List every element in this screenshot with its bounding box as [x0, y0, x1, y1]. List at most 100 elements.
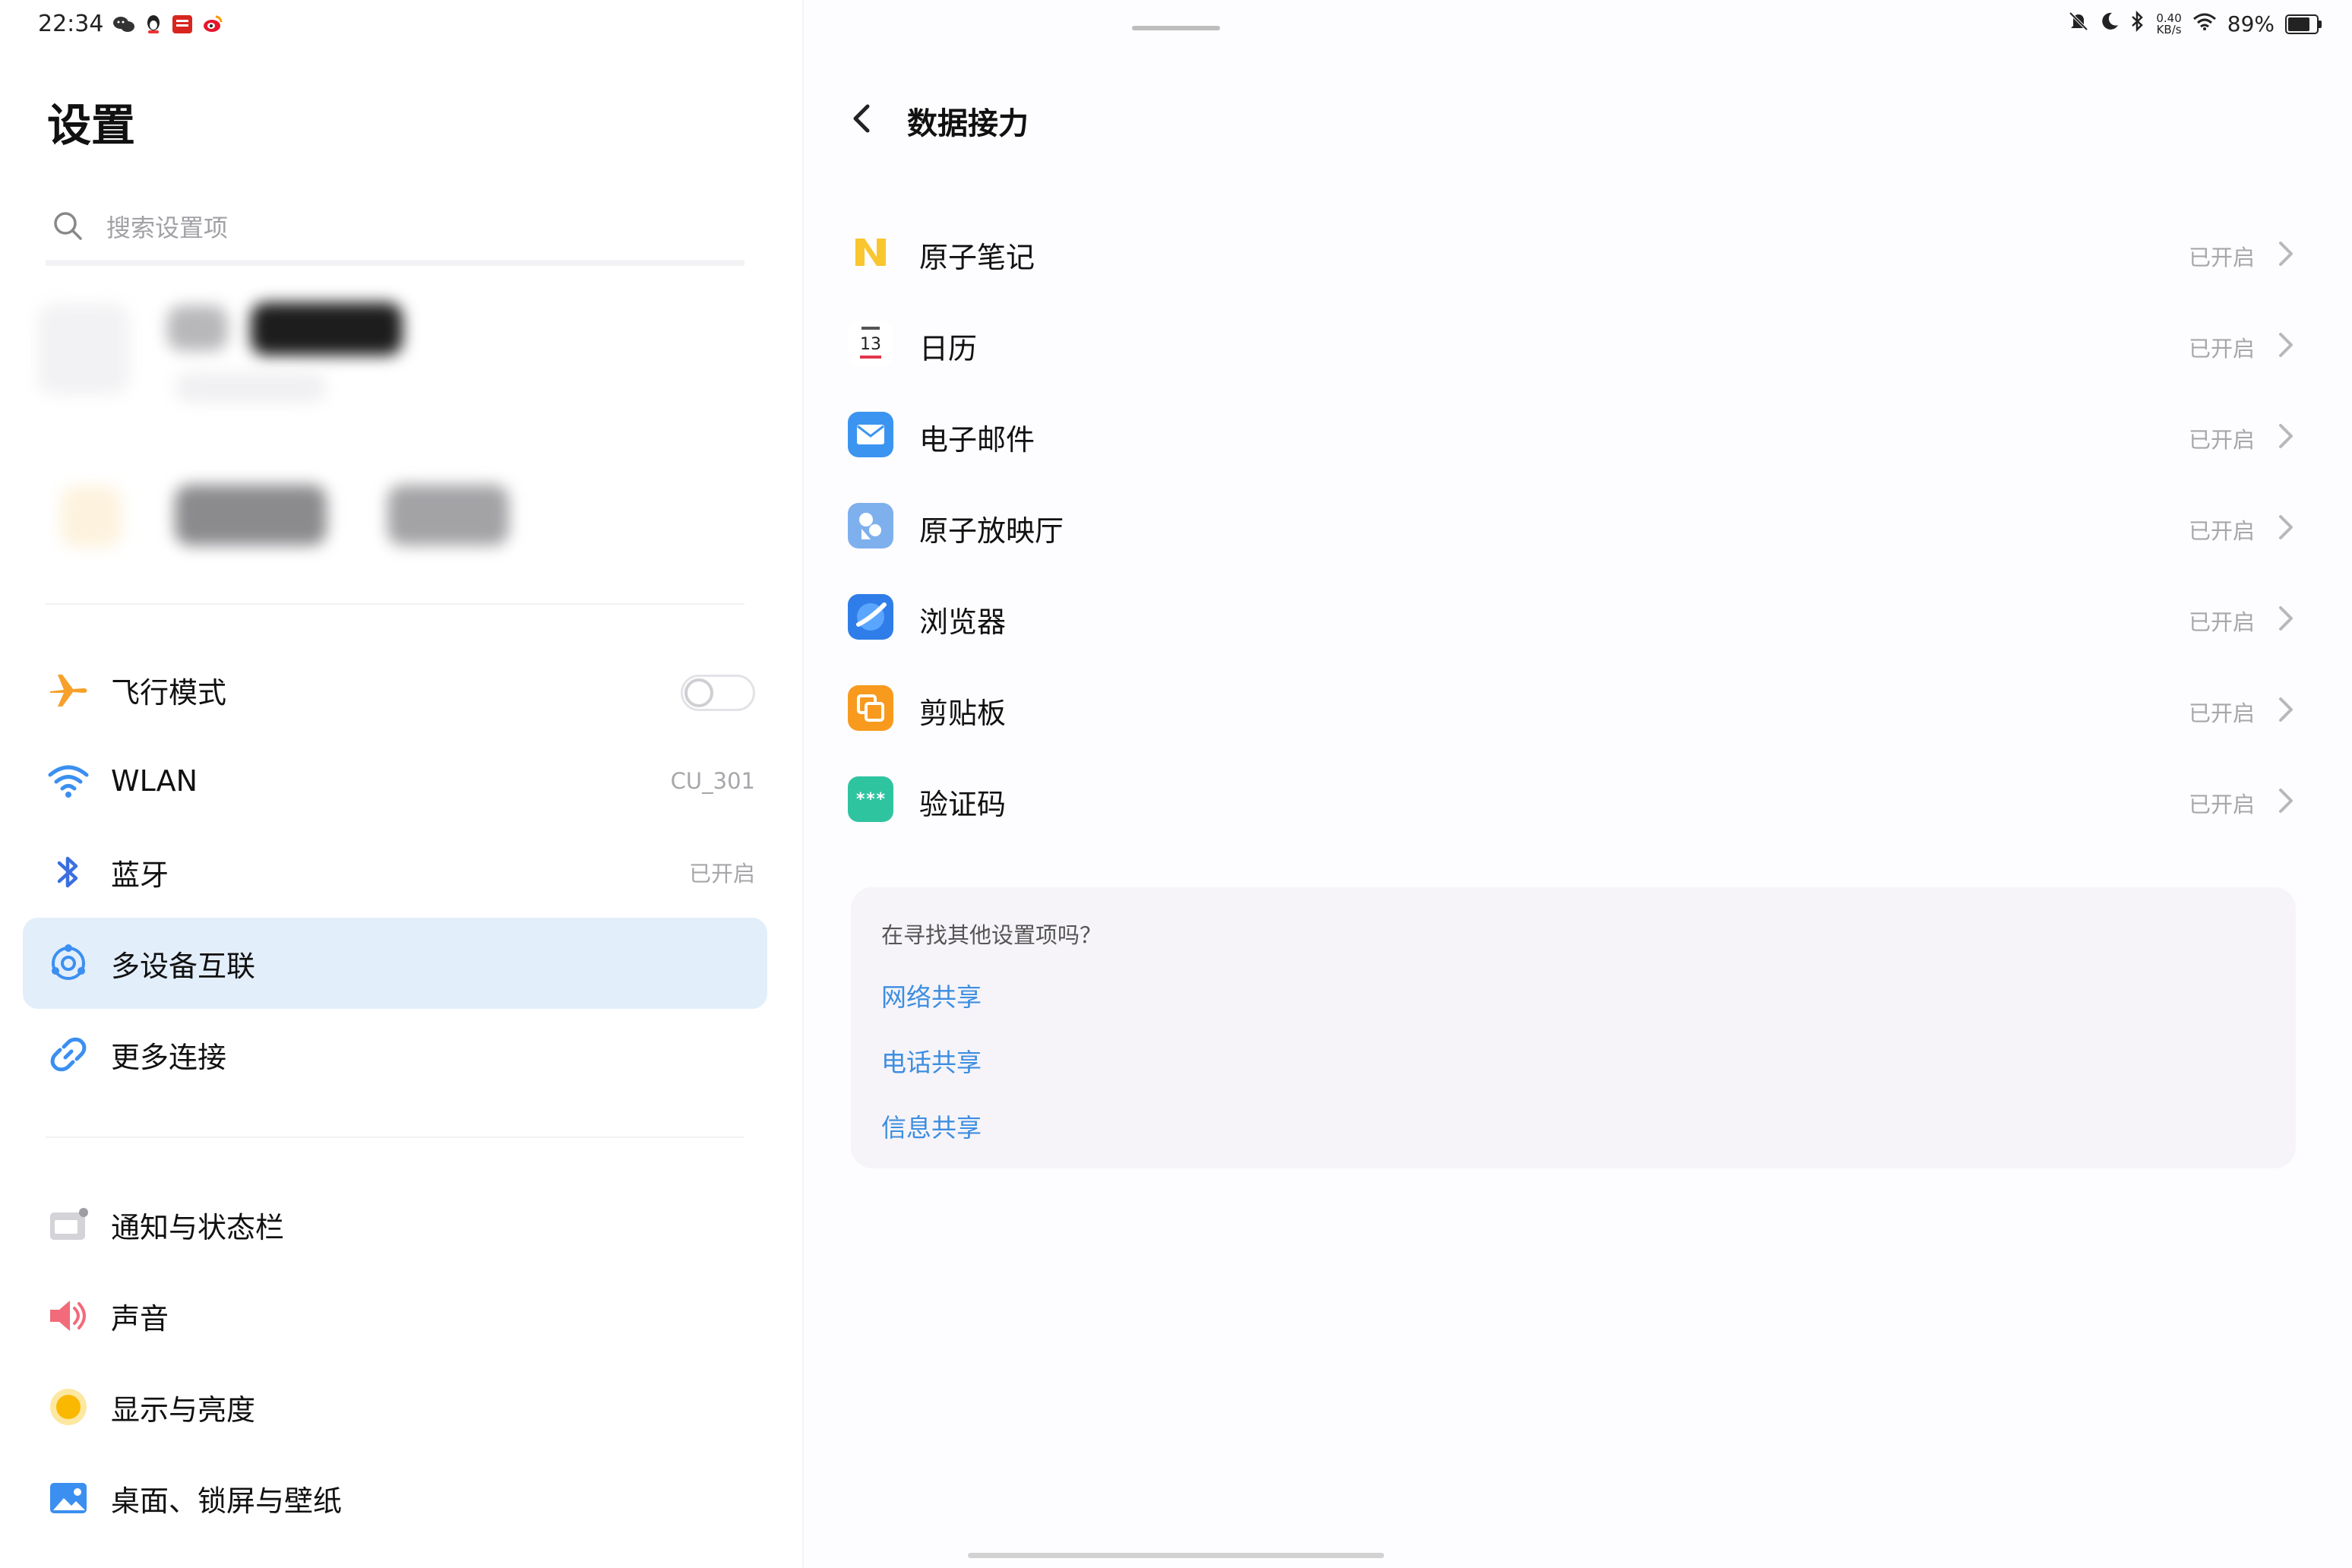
atom-cinema-icon: [848, 503, 893, 548]
sidebar-item-label: 显示与亮度: [111, 1393, 256, 1427]
bluetooth-status: 已开启: [688, 861, 755, 887]
sidebar-item-more-connections[interactable]: 更多连接: [23, 1009, 767, 1100]
multi-device-icon: [47, 942, 90, 985]
search-input[interactable]: [105, 208, 716, 248]
app-status: 已开启: [2188, 336, 2255, 362]
airplane-mode-toggle[interactable]: [681, 675, 755, 711]
mute-icon: [2068, 11, 2089, 37]
news-app-icon: [172, 14, 193, 34]
home-indicator[interactable]: [968, 1553, 1384, 1558]
sidebar-item-label: 蓝牙: [111, 858, 169, 892]
avatar: [38, 304, 129, 395]
qq-icon: [144, 14, 163, 35]
verification-code-glyph: ***: [855, 789, 886, 809]
wifi-icon: [47, 760, 90, 802]
chevron-right-icon: [2279, 697, 2293, 722]
sidebar-item-label: 更多连接: [111, 1040, 227, 1074]
status-bar-right: 0.40 KB/s 89%: [2068, 10, 2322, 37]
sidebar-item-sound[interactable]: 声音: [23, 1270, 767, 1361]
app-row-email[interactable]: 电子邮件 已开启: [843, 390, 2302, 482]
network-speed: 0.40 KB/s: [2156, 12, 2182, 36]
atom-notes-icon: [848, 229, 893, 275]
battery-percent: 89%: [2227, 11, 2275, 36]
window-handle[interactable]: [1132, 26, 1220, 30]
related-settings-card: 在寻找其他设置项吗？ 网络共享 电话共享 信息共享: [851, 887, 2296, 1168]
sidebar-item-label: 多设备互联: [111, 949, 256, 983]
weibo-icon: [202, 14, 223, 34]
chevron-right-icon: [2279, 515, 2293, 539]
chevron-right-icon: [2279, 242, 2293, 266]
app-row-browser[interactable]: 浏览器 已开启: [843, 573, 2302, 664]
chevron-right-icon: [2279, 606, 2293, 631]
link-icon: [47, 1033, 90, 1076]
search-bar[interactable]: [46, 199, 744, 266]
app-label: 验证码: [919, 788, 1007, 821]
app-label: 原子笔记: [919, 241, 1035, 274]
search-icon: [54, 212, 82, 240]
toggle-knob: [684, 678, 713, 707]
wlan-network-name: CU_301: [670, 768, 755, 794]
link-phone-sharing[interactable]: 电话共享: [881, 1042, 982, 1079]
app-row-atom-notes[interactable]: 原子笔记 已开启: [843, 208, 2302, 299]
link-message-sharing[interactable]: 信息共享: [881, 1108, 982, 1144]
sidebar-item-label: 声音: [111, 1301, 169, 1336]
wechat-icon: [112, 14, 135, 34]
app-label: 原子放映厅: [919, 514, 1064, 548]
verification-code-icon: ***: [848, 776, 893, 822]
app-label: 日历: [919, 332, 978, 365]
wifi-icon: [2192, 11, 2217, 36]
bluetooth-icon: [2130, 10, 2145, 37]
network-speed-unit: KB/s: [2156, 22, 2182, 36]
app-row-verification-code[interactable]: *** 验证码 已开启: [843, 755, 2302, 846]
back-button[interactable]: [843, 96, 881, 141]
airplane-icon: [47, 669, 90, 711]
app-status: 已开启: [2188, 518, 2255, 544]
sidebar-item-label: 通知与状态栏: [111, 1210, 285, 1244]
battery-icon: [2285, 14, 2322, 34]
sidebar-item-wlan[interactable]: WLAN CU_301: [23, 735, 767, 827]
email-icon: [848, 412, 893, 457]
bluetooth-icon: [47, 851, 90, 893]
notification-icons: [112, 14, 223, 35]
chevron-left-icon: [853, 104, 870, 133]
sidebar-item-label: WLAN: [111, 764, 198, 798]
browser-icon: [848, 594, 893, 640]
sidebar-item-notifications[interactable]: 通知与状态栏: [23, 1179, 767, 1270]
chevron-right-icon: [2279, 424, 2293, 448]
app-row-calendar[interactable]: 13 日历 已开启: [843, 299, 2302, 390]
wallpaper-icon: [47, 1477, 90, 1519]
app-row-clipboard[interactable]: 剪贴板 已开启: [843, 664, 2302, 755]
account-card[interactable]: [23, 289, 782, 585]
notification-icon: [47, 1203, 90, 1246]
sidebar-item-airplane-mode[interactable]: 飞行模式: [23, 644, 767, 735]
sidebar-item-label: 桌面、锁屏与壁纸: [111, 1484, 343, 1518]
divider: [46, 603, 744, 605]
divider: [46, 1136, 744, 1138]
calendar-icon: 13: [848, 321, 893, 366]
app-label: 剪贴板: [919, 697, 1007, 730]
do-not-disturb-icon: [2100, 11, 2120, 36]
battery-fill: [2288, 17, 2310, 31]
calendar-date: 13: [860, 335, 881, 354]
app-status: 已开启: [2188, 245, 2255, 270]
sidebar-item-display-brightness[interactable]: 显示与亮度: [23, 1361, 767, 1453]
app-status: 已开启: [2188, 609, 2255, 635]
related-settings-title: 在寻找其他设置项吗？: [881, 922, 1102, 948]
brightness-icon: [47, 1386, 90, 1428]
sidebar-item-label: 飞行模式: [111, 675, 227, 710]
settings-sidebar: 22:34 设置 飞行模式: [0, 0, 802, 1568]
chevron-right-icon: [2279, 333, 2293, 357]
app-status: 已开启: [2188, 700, 2255, 726]
sidebar-item-bluetooth[interactable]: 蓝牙 已开启: [23, 827, 767, 918]
clipboard-icon: [848, 685, 893, 731]
app-status: 已开启: [2188, 427, 2255, 453]
app-label: 浏览器: [919, 605, 1007, 639]
link-network-sharing[interactable]: 网络共享: [881, 977, 982, 1013]
status-time: 22:34: [38, 11, 104, 37]
sidebar-item-multi-device[interactable]: 多设备互联: [23, 918, 767, 1009]
app-status: 已开启: [2188, 792, 2255, 817]
sidebar-item-wallpaper[interactable]: 桌面、锁屏与壁纸: [23, 1453, 767, 1544]
page-title: 设置: [47, 100, 136, 151]
app-row-atom-cinema[interactable]: 原子放映厅 已开启: [843, 482, 2302, 573]
speaker-icon: [47, 1295, 90, 1337]
